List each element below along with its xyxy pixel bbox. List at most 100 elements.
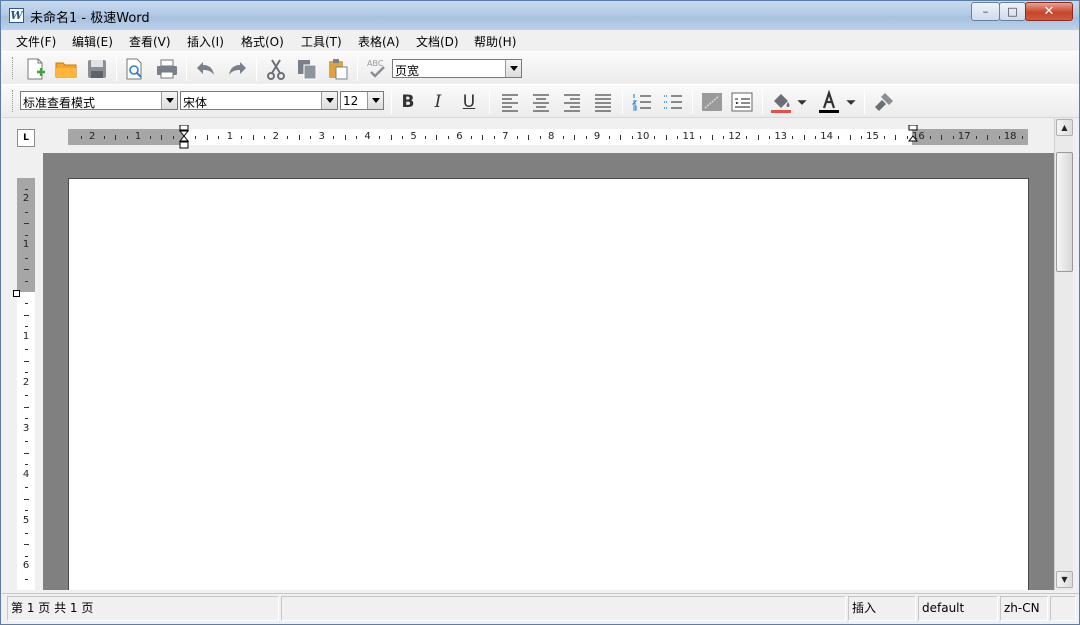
menu-file[interactable]: 文件(F) [16, 33, 56, 50]
font-color-icon[interactable] [816, 89, 842, 115]
paragraph-style-select[interactable]: 标准查看模式 [20, 91, 178, 110]
close-button[interactable]: ✕ [1025, 2, 1073, 21]
numbered-list-icon[interactable] [629, 89, 655, 115]
menu-edit[interactable]: 编辑(E) [72, 33, 113, 50]
highlight-color-swatch [771, 110, 791, 113]
vertical-ruler-number: 1 [22, 330, 30, 342]
menu-tools[interactable]: 工具(T) [301, 33, 342, 50]
menu-table[interactable]: 表格(A) [358, 33, 400, 50]
ruler-number: 2 [272, 131, 279, 142]
ruler-tick [849, 135, 851, 140]
align-right-icon[interactable] [559, 89, 585, 115]
menu-format[interactable]: 格式(O) [241, 33, 284, 50]
zoom-select[interactable]: 页宽 [392, 59, 522, 78]
left-indent-marker[interactable] [179, 125, 190, 151]
print-preview-icon[interactable] [122, 56, 148, 82]
ruler-tick [757, 135, 759, 140]
scroll-down-button[interactable]: ▼ [1056, 571, 1073, 588]
new-document-icon[interactable] [22, 56, 48, 82]
title-bar[interactable]: W 未命名1 - 极速Word – □ ✕ [1, 1, 1079, 30]
redo-icon[interactable] [224, 56, 250, 82]
insert-textbox-icon[interactable] [729, 89, 755, 115]
scrollbar-thumb[interactable] [1056, 152, 1073, 272]
ruler-tick [356, 136, 358, 139]
paste-icon[interactable] [325, 56, 351, 82]
vertical-ruler-tick [24, 464, 28, 466]
chevron-down-icon[interactable] [161, 92, 177, 109]
align-left-icon[interactable] [497, 89, 523, 115]
ruler-tick [149, 136, 151, 139]
horizontal-ruler[interactable]: 2 1 1 2 3 4 5 6 7 8 9 10 11 12 13 14 15 16 17 18 [68, 125, 1028, 149]
resize-grip[interactable] [1050, 596, 1076, 621]
ruler-number: 1 [226, 131, 234, 142]
maximize-icon: □ [1007, 5, 1018, 18]
ruler-tick [654, 136, 656, 139]
word-app-icon[interactable]: W [9, 8, 24, 23]
spell-check-icon[interactable]: ABC [364, 56, 390, 82]
bold-button[interactable]: B [395, 89, 421, 115]
chevron-down-icon[interactable] [321, 92, 337, 109]
font-family-value: 宋体 [183, 96, 208, 110]
vertical-ruler-tick [24, 532, 28, 534]
ruler-number: 8 [548, 131, 555, 142]
vertical-ruler[interactable]: 2 1 1 2 3 4 5 6 [17, 178, 35, 590]
align-justify-icon[interactable] [590, 89, 616, 115]
paragraph-style-value: 标准查看模式 [23, 96, 96, 110]
ruler-number: 7 [502, 131, 509, 142]
vertical-ruler-tick [24, 188, 28, 190]
vertical-ruler-tick [24, 211, 28, 213]
ruler-tick [1021, 136, 1023, 139]
ruler-tick [161, 135, 163, 140]
underline-button[interactable]: U [456, 89, 482, 115]
minimize-button[interactable]: – [971, 2, 1000, 21]
bullet-list-icon[interactable] [660, 89, 686, 115]
ruler-number: 2 [89, 131, 96, 142]
maximize-button[interactable]: □ [999, 2, 1026, 21]
menu-view[interactable]: 查看(V) [129, 33, 171, 50]
close-icon: ✕ [1043, 4, 1055, 19]
chevron-down-icon[interactable] [505, 60, 521, 77]
save-icon[interactable] [84, 56, 110, 82]
menu-help[interactable]: 帮助(H) [474, 33, 516, 50]
toolbar-separator [116, 57, 117, 81]
copy-icon[interactable] [294, 56, 320, 82]
ruler-tick [998, 136, 1000, 139]
ruler-tick [195, 136, 197, 139]
toolbar-grip[interactable] [12, 90, 15, 112]
print-icon[interactable] [154, 56, 180, 82]
cut-icon[interactable] [263, 56, 289, 82]
highlight-dropdown-button[interactable] [795, 89, 809, 115]
highlight-color-icon[interactable] [768, 89, 794, 115]
insert-image-icon[interactable] [699, 89, 725, 115]
vertical-ruler-area: 2 1 1 2 3 4 5 6 [2, 153, 43, 590]
menu-insert[interactable]: 插入(I) [187, 33, 224, 50]
vertical-ruler-tick [24, 578, 28, 580]
document-canvas[interactable] [43, 153, 1054, 590]
application-window: W 未命名1 - 极速Word – □ ✕ 文件(F) 编辑(E) 查看(V) … [0, 0, 1080, 625]
open-folder-icon[interactable] [53, 56, 79, 82]
font-family-select[interactable]: 宋体 [180, 91, 338, 110]
font-size-select[interactable]: 12 [340, 91, 384, 110]
status-insert-mode[interactable]: 插入 [848, 596, 916, 621]
vertical-scrollbar[interactable]: ▲ ▼ [1054, 118, 1073, 590]
tab-stop-selector[interactable]: L [17, 129, 35, 147]
italic-button[interactable]: I [425, 89, 451, 115]
ruler-tick [700, 136, 702, 139]
chevron-down-icon[interactable] [367, 92, 383, 109]
menu-document[interactable]: 文档(D) [416, 33, 459, 50]
align-center-icon[interactable] [528, 89, 554, 115]
vertical-ruler-number: 2 [22, 193, 30, 205]
right-indent-marker[interactable] [908, 125, 919, 151]
status-language[interactable]: zh-CN [1000, 596, 1048, 621]
undo-icon[interactable] [193, 56, 219, 82]
top-margin-marker[interactable] [13, 290, 20, 297]
ruler-tick [298, 135, 300, 140]
scroll-up-button[interactable]: ▲ [1056, 119, 1073, 136]
ruler-tick [333, 136, 335, 139]
font-color-dropdown-button[interactable] [844, 89, 858, 115]
document-page[interactable] [68, 178, 1029, 590]
format-painter-icon[interactable] [871, 89, 897, 115]
vertical-ruler-tick [23, 360, 29, 362]
vertical-ruler-tick [24, 372, 28, 374]
toolbar-grip[interactable] [12, 57, 15, 79]
